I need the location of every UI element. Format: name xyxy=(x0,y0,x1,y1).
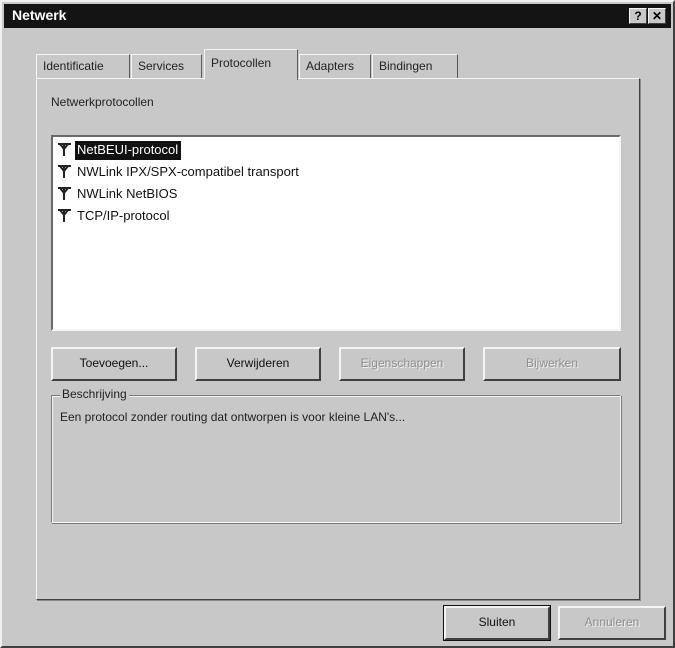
title-bar[interactable]: Netwerk ? ✕ xyxy=(4,4,671,28)
list-item-label: NWLink IPX/SPX-compatibel transport xyxy=(77,164,299,179)
list-item-tcpip[interactable]: TCP/IP-protocol xyxy=(55,207,172,227)
protocols-tab-panel: Netwerkprotocollen NetBEUI-protocol NWLi… xyxy=(36,78,640,600)
tab-adapters[interactable]: Adapters xyxy=(299,54,371,78)
cancel-button[interactable]: Annuleren xyxy=(558,606,666,640)
network-protocol-icon xyxy=(55,163,75,181)
add-button[interactable]: Toevoegen... xyxy=(51,347,177,381)
network-protocol-icon xyxy=(55,185,75,203)
description-groupbox: Beschrijving Een protocol zonder routing… xyxy=(51,387,621,523)
description-title: Beschrijving xyxy=(60,387,129,401)
remove-button[interactable]: Verwijderen xyxy=(195,347,321,381)
close-button[interactable]: Sluiten xyxy=(443,605,551,641)
protocol-list[interactable]: NetBEUI-protocol NWLink IPX/SPX-compatib… xyxy=(51,135,621,331)
tab-services[interactable]: Services xyxy=(131,54,202,78)
list-item-label: NetBEUI-protocol xyxy=(75,141,182,160)
tab-bindingen[interactable]: Bindingen xyxy=(372,54,458,78)
list-item-nwlink-netbios[interactable]: NWLink NetBIOS xyxy=(55,185,180,205)
list-item-nwlink-ipx-spx[interactable]: NWLink IPX/SPX-compatibel transport xyxy=(55,163,302,183)
window-title: Netwerk xyxy=(12,7,67,23)
close-icon[interactable]: ✕ xyxy=(648,8,666,24)
list-item-label: TCP/IP-protocol xyxy=(77,208,170,223)
list-item-label: NWLink NetBIOS xyxy=(77,186,178,201)
protocols-section-label: Netwerkprotocollen xyxy=(51,95,154,109)
properties-button[interactable]: Eigenschappen xyxy=(339,347,465,381)
help-icon[interactable]: ? xyxy=(629,8,647,24)
network-protocol-icon xyxy=(55,207,75,225)
network-protocol-icon xyxy=(55,141,75,159)
description-text: Een protocol zonder routing dat ontworpe… xyxy=(60,410,406,424)
update-button[interactable]: Bijwerken xyxy=(483,347,621,381)
list-item-netbeui[interactable]: NetBEUI-protocol xyxy=(55,141,182,161)
tab-protocollen[interactable]: Protocollen xyxy=(204,49,298,80)
network-dialog: Netwerk ? ✕ Identificatie Services Proto… xyxy=(0,0,675,648)
tab-identificatie[interactable]: Identificatie xyxy=(36,54,130,78)
